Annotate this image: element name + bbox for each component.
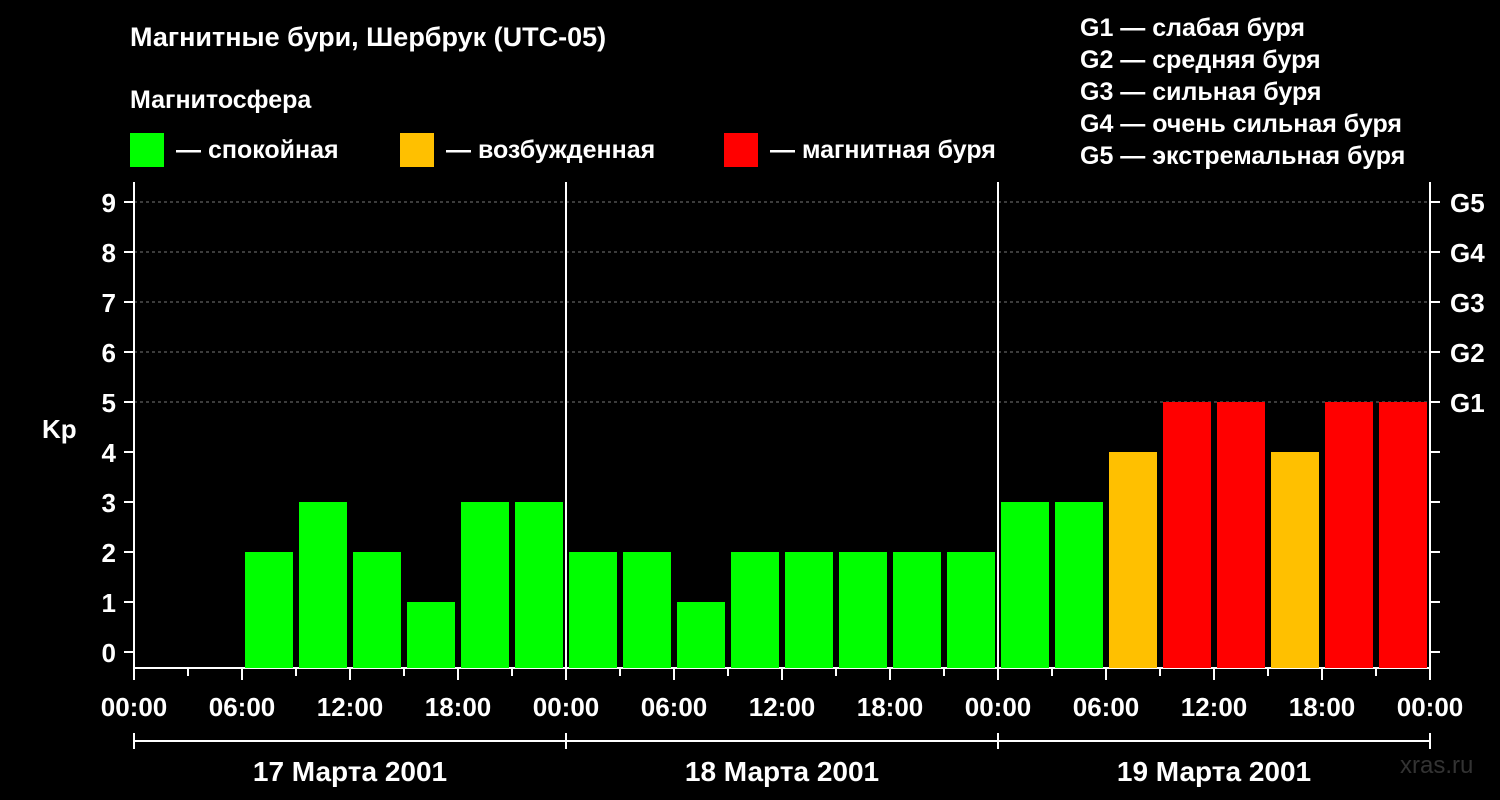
kp-bar-13: [839, 552, 887, 668]
x-tick-label-12: 00:00: [1397, 692, 1464, 722]
y-axis-label: Kp: [42, 414, 77, 444]
kp-bar-21: [1271, 452, 1319, 668]
kp-bar-12: [785, 552, 833, 668]
kp-bar-16: [1001, 502, 1049, 668]
kp-bar-3: [299, 502, 347, 668]
x-tick-label-2: 12:00: [317, 692, 384, 722]
g-level-label-g1: G1: [1450, 388, 1485, 418]
g-level-label-g2: G2: [1450, 338, 1485, 368]
x-tick-label-8: 00:00: [965, 692, 1032, 722]
y-tick-label-7: 7: [102, 288, 116, 318]
y-tick-label-5: 5: [102, 388, 116, 418]
kp-bar-15: [947, 552, 995, 668]
kp-bar-6: [461, 502, 509, 668]
x-tick-label-6: 12:00: [749, 692, 816, 722]
y-tick-label-1: 1: [102, 588, 116, 618]
g-level-label-g5: G5: [1450, 188, 1485, 218]
day-label-0: 17 Марта 2001: [253, 756, 447, 787]
site-watermark: xras.ru: [1400, 752, 1474, 779]
y-tick-label-2: 2: [102, 538, 116, 568]
x-tick-label-0: 00:00: [101, 692, 168, 722]
x-tick-label-7: 18:00: [857, 692, 924, 722]
y-tick-label-6: 6: [102, 338, 116, 368]
day-label-1: 18 Марта 2001: [685, 756, 879, 787]
x-tick-label-9: 06:00: [1073, 692, 1140, 722]
y-tick-label-0: 0: [102, 638, 116, 668]
y-tick-label-3: 3: [102, 488, 116, 518]
kp-bar-8: [569, 552, 617, 668]
kp-bar-22: [1325, 402, 1373, 668]
kp-bar-chart: 0 1 2 3 4 5 6 7 8 9 G1 G2 G3 G4 G5 Kp 00:00 06:00 12:00 18:…: [42, 182, 1485, 787]
kp-bar-17: [1055, 502, 1103, 668]
x-tick-label-11: 18:00: [1289, 692, 1356, 722]
day-label-2: 19 Марта 2001: [1117, 756, 1311, 787]
kp-bar-7: [515, 502, 563, 668]
kp-bar-9: [623, 552, 671, 668]
x-tick-label-3: 18:00: [425, 692, 492, 722]
kp-bar-23: [1379, 402, 1427, 668]
kp-bar-19: [1163, 402, 1211, 668]
y-tick-label-9: 9: [102, 188, 116, 218]
kp-bar-14: [893, 552, 941, 668]
kp-bar-5: [407, 602, 455, 668]
kp-bar-20: [1217, 402, 1265, 668]
kp-bar-18: [1109, 452, 1157, 668]
x-tick-label-1: 06:00: [209, 692, 276, 722]
kp-bar-4: [353, 552, 401, 668]
g-level-label-g4: G4: [1450, 238, 1485, 268]
g-level-label-g3: G3: [1450, 288, 1485, 318]
x-tick-label-10: 12:00: [1181, 692, 1248, 722]
kp-bar-10: [677, 602, 725, 668]
kp-bar-2: [245, 552, 293, 668]
kp-bar-11: [731, 552, 779, 668]
y-tick-label-8: 8: [102, 238, 116, 268]
x-tick-label-4: 00:00: [533, 692, 600, 722]
x-tick-label-5: 06:00: [641, 692, 708, 722]
y-tick-label-4: 4: [102, 438, 117, 468]
